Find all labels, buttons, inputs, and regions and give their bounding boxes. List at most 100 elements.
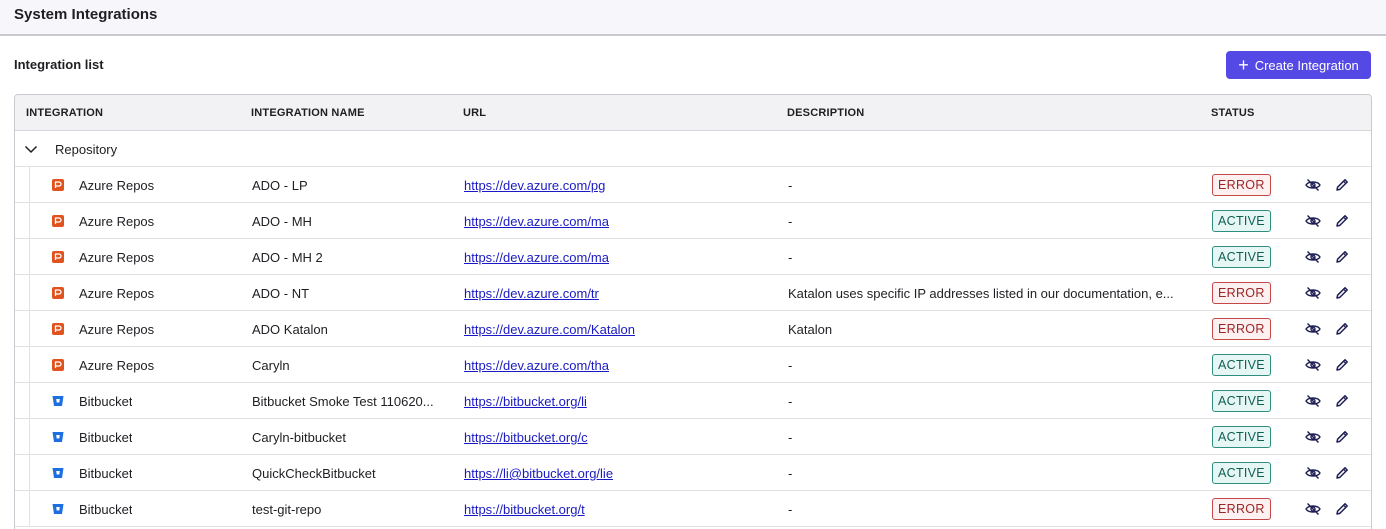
table-row[interactable]: Azure Repos ADO - LP https://dev.azure.com…: [15, 167, 1371, 203]
integration-url-link[interactable]: https://dev.azure.com/ma: [464, 214, 609, 229]
edit-pencil-icon[interactable]: [1334, 393, 1350, 409]
integration-name: ADO - LP: [252, 178, 308, 193]
status-badge: ACTIVE: [1212, 462, 1271, 484]
integration-url-link[interactable]: https://bitbucket.org/t: [464, 502, 585, 517]
status-badge: ERROR: [1212, 498, 1271, 520]
page-title: System Integrations: [14, 6, 158, 23]
integration-url-link[interactable]: https://dev.azure.com/tr: [464, 286, 599, 301]
integration-description: -: [788, 358, 793, 373]
integration-name: test-git-repo: [252, 502, 322, 517]
column-header-url: URL: [463, 107, 487, 119]
integration-name: ADO - MH: [252, 214, 312, 229]
integration-description: Katalon uses specific IP addresses liste…: [788, 286, 1174, 301]
integration-description: -: [788, 394, 793, 409]
azure-repos-icon: [52, 251, 64, 263]
column-header-integration: INTEGRATION: [26, 107, 104, 119]
integration-url-link[interactable]: https://bitbucket.org/c: [464, 430, 588, 445]
table-row[interactable]: Azure Repos ADO - MH 2 https://dev.azure.c…: [15, 239, 1371, 275]
status-badge: ACTIVE: [1212, 390, 1271, 412]
group-row-repository[interactable]: Repository: [15, 131, 1371, 167]
azure-repos-icon: [52, 359, 64, 371]
integration-url-link[interactable]: https://dev.azure.com/Katalon: [464, 322, 635, 337]
status-badge: ACTIVE: [1212, 210, 1271, 232]
integration-url-link[interactable]: https://bitbucket.org/li: [464, 394, 587, 409]
status-badge: ACTIVE: [1212, 426, 1271, 448]
hide-eye-icon[interactable]: [1305, 177, 1321, 193]
integration-url-link[interactable]: https://dev.azure.com/ma: [464, 250, 609, 265]
create-integration-label: Create Integration: [1254, 57, 1359, 73]
integration-type: Bitbucket: [79, 466, 133, 481]
edit-pencil-icon[interactable]: [1334, 285, 1350, 301]
integration-description: -: [788, 250, 793, 265]
chevron-down-icon[interactable]: [24, 142, 38, 156]
column-header-integration-name: INTEGRATION NAME: [251, 107, 365, 119]
integration-name: QuickCheckBitbucket: [252, 466, 376, 481]
azure-repos-icon: [52, 215, 64, 227]
hide-eye-icon[interactable]: [1305, 465, 1321, 481]
table-row[interactable]: Azure Repos ADO - NT https://dev.azure.com…: [15, 275, 1371, 311]
integration-type: Azure Repos: [79, 214, 155, 229]
edit-pencil-icon[interactable]: [1334, 321, 1350, 337]
table-row[interactable]: Bitbucket QuickCheckBitbucket https://li@b…: [15, 455, 1371, 491]
edit-pencil-icon[interactable]: [1334, 213, 1350, 229]
hide-eye-icon[interactable]: [1305, 429, 1321, 445]
plus-icon: +: [1238, 55, 1249, 75]
integration-url-link[interactable]: https://dev.azure.com/pg: [464, 178, 605, 193]
integration-type: Azure Repos: [79, 178, 155, 193]
integration-name: Caryln: [252, 358, 290, 373]
bitbucket-icon: [52, 467, 64, 479]
integration-type: Azure Repos: [79, 286, 155, 301]
azure-repos-icon: [52, 287, 64, 299]
integration-url-link[interactable]: https://dev.azure.com/tha: [464, 358, 609, 373]
edit-pencil-icon[interactable]: [1334, 429, 1350, 445]
bitbucket-icon: [52, 431, 64, 443]
azure-repos-icon: [52, 179, 64, 191]
integrations-table: INTEGRATION INTEGRATION NAME URL DESCRIP…: [14, 94, 1372, 529]
edit-pencil-icon[interactable]: [1334, 177, 1350, 193]
status-badge: ERROR: [1212, 174, 1271, 196]
hide-eye-icon[interactable]: [1305, 393, 1321, 409]
hide-eye-icon[interactable]: [1305, 357, 1321, 373]
table-header: INTEGRATION INTEGRATION NAME URL DESCRIP…: [15, 95, 1371, 131]
table-row[interactable]: Azure Repos ADO - MH https://dev.azure.com…: [15, 203, 1371, 239]
table-row[interactable]: Azure Repos Caryln https://dev.azure.com/t…: [15, 347, 1371, 383]
integration-name: ADO Katalon: [252, 322, 328, 337]
hide-eye-icon[interactable]: [1305, 249, 1321, 265]
integration-type: Bitbucket: [79, 502, 133, 517]
integration-description: Katalon: [788, 322, 833, 337]
hide-eye-icon[interactable]: [1305, 501, 1321, 517]
edit-pencil-icon[interactable]: [1334, 465, 1350, 481]
hide-eye-icon[interactable]: [1305, 321, 1321, 337]
table-row[interactable]: Bitbucket test-git-repo https://bitbucket.…: [15, 491, 1371, 527]
integration-name: Bitbucket Smoke Test 110620...: [252, 394, 434, 409]
edit-pencil-icon[interactable]: [1334, 357, 1350, 373]
azure-repos-icon: [52, 323, 64, 335]
hide-eye-icon[interactable]: [1305, 213, 1321, 229]
bitbucket-icon: [52, 503, 64, 515]
group-label: Repository: [55, 142, 118, 157]
integration-name: Caryln-bitbucket: [252, 430, 346, 445]
table-body: Azure Repos ADO - LP https://dev.azure.com…: [15, 167, 1371, 527]
integration-description: -: [788, 430, 793, 445]
section-title: Integration list: [14, 57, 104, 72]
top-header-bar: System Integrations: [0, 0, 1386, 36]
integration-description: -: [788, 502, 793, 517]
table-row[interactable]: Bitbucket Caryln-bitbucket https://bitbuck…: [15, 419, 1371, 455]
integration-type: Azure Repos: [79, 358, 155, 373]
integration-url-link[interactable]: https://li@bitbucket.org/lie: [464, 466, 613, 481]
status-badge: ACTIVE: [1212, 246, 1271, 268]
edit-pencil-icon[interactable]: [1334, 249, 1350, 265]
status-badge: ERROR: [1212, 282, 1271, 304]
integration-type: Azure Repos: [79, 322, 155, 337]
status-badge: ACTIVE: [1212, 354, 1271, 376]
table-row[interactable]: Bitbucket Bitbucket Smoke Test 110620... h…: [15, 383, 1371, 419]
integration-description: -: [788, 214, 793, 229]
integration-name: ADO - NT: [252, 286, 310, 301]
integration-type: Bitbucket: [79, 394, 133, 409]
edit-pencil-icon[interactable]: [1334, 501, 1350, 517]
create-integration-button[interactable]: + Create Integration: [1226, 51, 1371, 79]
column-header-status: STATUS: [1211, 107, 1255, 119]
table-row[interactable]: Azure Repos ADO Katalon https://dev.azure.…: [15, 311, 1371, 347]
hide-eye-icon[interactable]: [1305, 285, 1321, 301]
integration-description: -: [788, 466, 793, 481]
